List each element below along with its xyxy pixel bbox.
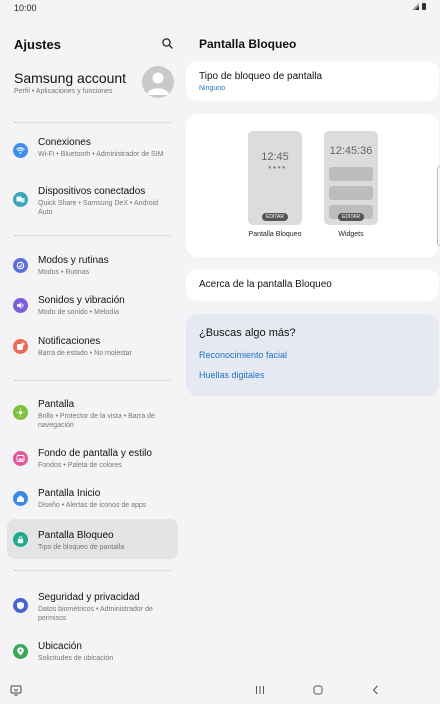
sidebar-item-pantalla-bloqueo[interactable]: Pantalla Bloqueo Tipo de bloqueo de pant… <box>7 519 178 559</box>
account-name: Samsung account <box>14 70 127 86</box>
sidebar-item-desc: Solicitudes de ubicación <box>38 655 114 662</box>
lock-previews-card: 12:45 ●●●● EDITAR Pantalla Bloqueo 12:45… <box>186 114 439 257</box>
sidebar-item-notificaciones[interactable]: Notificaciones Barra de estado • No mole… <box>7 330 178 362</box>
status-icons <box>412 3 426 10</box>
home-button[interactable] <box>310 683 326 697</box>
search-icon <box>162 38 173 49</box>
sidebar-item-fondo-estilo[interactable]: Fondo de pantalla y estilo Fondos • Pale… <box>7 442 178 474</box>
sidebar-item-title: Sonidos y vibración <box>38 295 125 306</box>
lock-type-title: Tipo de bloqueo de pantalla <box>199 71 323 82</box>
connected-devices-icon <box>13 192 28 207</box>
sidebar-item-desc: Modos • Rutinas <box>38 269 90 276</box>
avatar <box>142 66 174 98</box>
fingerprints-link[interactable]: Huellas digitales <box>199 370 265 380</box>
page-title: Pantalla Bloqueo <box>199 37 297 51</box>
status-time: 10:00 <box>14 3 37 13</box>
sidebar-item-desc: Tipo de bloqueo de pantalla <box>38 544 125 551</box>
person-icon <box>147 72 169 95</box>
wallpaper-icon <box>13 451 28 466</box>
help-title: ¿Buscas algo más? <box>199 327 296 339</box>
sidebar-item-title: Ubicación <box>38 641 82 652</box>
sidebar-item-title: Conexiones <box>38 137 91 148</box>
sidebar-item-ubicacion[interactable]: Ubicación Solicitudes de ubicación <box>7 635 178 667</box>
face-recognition-link[interactable]: Reconocimiento facial <box>199 350 287 360</box>
keyboard-icon <box>10 685 22 695</box>
home-icon <box>13 491 28 506</box>
brightness-icon <box>13 405 28 420</box>
divider <box>14 380 172 381</box>
sidebar-item-sonidos[interactable]: Sonidos y vibración Modo de sonido • Mel… <box>7 289 178 321</box>
settings-header: Ajustes <box>14 34 178 54</box>
back-button[interactable] <box>368 683 384 697</box>
preview-clock: 12:45:36 <box>329 145 373 157</box>
sidebar-item-desc: Brillo • Protector de la vista • Barra d… <box>38 413 155 429</box>
lock-type-value: Ninguno <box>199 85 226 92</box>
shield-icon <box>13 598 28 613</box>
sidebar-item-pantalla[interactable]: Pantalla Brillo • Protector de la vista … <box>7 392 178 432</box>
sidebar-item-title: Pantalla Bloqueo <box>38 530 114 541</box>
edit-lock-screen-button[interactable]: EDITAR <box>262 213 288 221</box>
about-lock-screen-item[interactable]: Acerca de la pantalla Bloqueo <box>186 269 439 301</box>
account-subtitle: Perfil • Aplicaciones y funciones <box>14 88 113 95</box>
sidebar-item-dispositivos-conectados[interactable]: Dispositivos conectados Quick Share • Sa… <box>7 179 178 219</box>
widget-placeholder <box>329 186 373 200</box>
samsung-account-item[interactable]: Samsung account Perfil • Aplicaciones y … <box>14 66 178 104</box>
sidebar-item-desc: Quick Share • Samsung DeX • Android Auto <box>38 200 159 216</box>
sidebar-item-pantalla-inicio[interactable]: Pantalla Inicio Diseño • Alertas de icon… <box>7 482 178 514</box>
sidebar-item-title: Pantalla <box>38 399 75 410</box>
location-icon <box>13 644 28 659</box>
lock-type-item[interactable]: Tipo de bloqueo de pantalla Ninguno <box>186 61 439 101</box>
preview-label: Pantalla Bloqueo <box>248 231 302 238</box>
preview-label: Widgets <box>338 231 364 238</box>
sidebar-item-title: Seguridad y privacidad <box>38 592 140 603</box>
divider <box>14 122 172 123</box>
modes-icon <box>13 258 28 273</box>
sidebar-item-desc: Barra de estado • No molestar <box>38 350 132 357</box>
sidebar-item-desc: Datos biométricos • Administrador de per… <box>38 606 153 622</box>
settings-list-pane: Ajustes Samsung account Perfil • Aplicac… <box>0 16 186 676</box>
sidebar-item-desc: Modo de sonido • Melodía <box>38 309 120 316</box>
lock-screen-preview[interactable]: 12:45 ●●●● EDITAR <box>248 131 302 225</box>
search-button[interactable] <box>158 34 178 54</box>
lock-icon <box>13 532 28 547</box>
sidebar-item-title: Fondo de pantalla y estilo <box>38 448 152 459</box>
sidebar-item-title: Notificaciones <box>38 336 101 347</box>
lock-screen-detail-pane: Pantalla Bloqueo Tipo de bloqueo de pant… <box>186 16 440 676</box>
sidebar-item-modos-rutinas[interactable]: Modos y rutinas Modos • Rutinas <box>7 249 178 281</box>
notifications-icon <box>13 339 28 354</box>
recent-apps-icon <box>256 686 264 694</box>
back-icon <box>372 685 378 695</box>
home-circle-icon <box>313 685 323 695</box>
sidebar-item-desc: Diseño • Alertas de iconos de apps <box>38 502 147 509</box>
about-lock-screen-label: Acerca de la pantalla Bloqueo <box>199 279 332 290</box>
recent-apps-button[interactable] <box>252 683 268 697</box>
preview-clock: 12:45 <box>261 151 289 163</box>
signal-icon <box>412 3 419 10</box>
divider <box>14 235 172 236</box>
widgets-preview[interactable]: 12:45:36 EDITAR <box>324 131 378 225</box>
navigation-bar <box>0 676 440 704</box>
widget-placeholder <box>329 167 373 181</box>
preview-dots: ●●●● <box>268 165 287 171</box>
sidebar-item-seguridad[interactable]: Seguridad y privacidad Datos biométricos… <box>7 585 178 625</box>
sidebar-item-title: Modos y rutinas <box>38 255 109 266</box>
sidebar-item-desc: Fondos • Paleta de colores <box>38 462 122 469</box>
sidebar-item-conexiones[interactable]: Conexiones Wi-Fi • Bluetooth • Administr… <box>7 130 178 170</box>
wifi-icon <box>13 143 28 158</box>
battery-icon <box>422 3 426 10</box>
divider <box>14 570 172 571</box>
looking-for-something-card: ¿Buscas algo más? Reconocimiento facial … <box>186 314 439 396</box>
sidebar-item-title: Pantalla Inicio <box>38 488 101 499</box>
settings-title: Ajustes <box>14 37 61 52</box>
volume-icon <box>13 298 28 313</box>
sidebar-item-desc: Wi-Fi • Bluetooth • Administrador de SIM <box>38 151 164 158</box>
sidebar-item-title: Dispositivos conectados <box>38 186 146 197</box>
keyboard-toggle-button[interactable] <box>8 683 24 697</box>
edit-widgets-button[interactable]: EDITAR <box>338 213 364 221</box>
status-bar: 10:00 <box>0 0 440 16</box>
